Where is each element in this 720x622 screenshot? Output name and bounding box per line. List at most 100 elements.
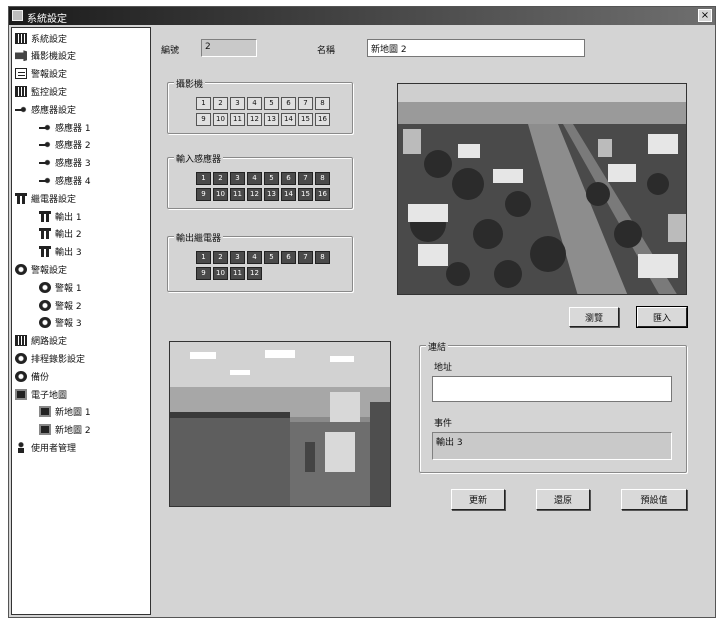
tree-item[interactable]: 感應器 4 — [39, 172, 91, 188]
sensor-toggle[interactable]: 3 — [230, 172, 245, 185]
tree-item[interactable]: 監控設定 — [15, 83, 67, 99]
alarm-icon — [15, 370, 27, 382]
relay-toggle[interactable]: 3 — [230, 251, 245, 264]
tree-item-label: 電子地圖 — [31, 390, 68, 401]
tree-item[interactable]: 警報 1 — [39, 279, 82, 295]
camera-toggle[interactable]: 10 — [213, 113, 228, 126]
relay-toggle[interactable]: 12 — [247, 267, 262, 280]
camera-toggle[interactable]: 13 — [264, 113, 279, 126]
map-icon — [15, 388, 27, 400]
sensor-icon — [15, 103, 27, 115]
sensor-toggle[interactable]: 14 — [281, 188, 296, 201]
map-image[interactable] — [397, 83, 687, 295]
relay-toggle[interactable]: 10 — [213, 267, 228, 280]
map-icon — [39, 424, 51, 436]
relay-toggle[interactable]: 11 — [230, 267, 245, 280]
tree-item[interactable]: 輸出 1 — [39, 208, 82, 224]
update-button[interactable]: 更新 — [451, 489, 505, 510]
sensor-toggle[interactable]: 15 — [298, 188, 313, 201]
camera-toggle[interactable]: 8 — [315, 97, 330, 110]
sensor-toggle[interactable]: 8 — [315, 172, 330, 185]
import-button[interactable]: 匯入 — [636, 306, 688, 328]
settings-tree[interactable]: 系統設定 攝影機設定 警報設定 監控設定 感應器設定 感應器 1 感應器 2 感應器 3 感應器… — [11, 27, 151, 615]
sensor-toggle[interactable]: 6 — [281, 172, 296, 185]
tree-item[interactable]: 輸出 2 — [39, 226, 82, 242]
relay-toggle[interactable]: 9 — [196, 267, 211, 280]
camera-toggle[interactable]: 12 — [247, 113, 262, 126]
tree-item-label: 感應器 1 — [55, 123, 91, 134]
tree-item[interactable]: 系統設定 — [15, 30, 67, 46]
camera-toggle[interactable]: 4 — [247, 97, 262, 110]
camera-toggle[interactable]: 14 — [281, 113, 296, 126]
tree-item[interactable]: 排程錄影設定 — [15, 350, 85, 366]
camera-toggle[interactable]: 1 — [196, 97, 211, 110]
alarm-icon — [15, 263, 27, 275]
sensor-toggle[interactable]: 11 — [230, 188, 245, 201]
preset-button[interactable]: 預設值 — [621, 489, 687, 510]
tree-item[interactable]: 新地圖 2 — [39, 422, 91, 438]
tree-item[interactable]: 使用者管理 — [15, 439, 76, 455]
camera-toggle[interactable]: 6 — [281, 97, 296, 110]
sensor-toggle[interactable]: 9 — [196, 188, 211, 201]
close-button[interactable]: × — [698, 9, 712, 22]
camera-toggle[interactable]: 7 — [298, 97, 313, 110]
relay-toggle[interactable]: 4 — [247, 251, 262, 264]
relay-toggle[interactable]: 2 — [213, 251, 228, 264]
tree-item[interactable]: 感應器 1 — [39, 119, 91, 135]
camera-toggle[interactable]: 11 — [230, 113, 245, 126]
tree-item[interactable]: 繼電器設定 — [15, 190, 76, 206]
grid-icon — [15, 335, 27, 347]
sensor-toggle[interactable]: 13 — [264, 188, 279, 201]
tree-item[interactable]: 感應器 2 — [39, 137, 91, 153]
relay-toggle[interactable]: 7 — [298, 251, 313, 264]
sensor-toggle[interactable]: 12 — [247, 188, 262, 201]
browse-button[interactable]: 瀏覽 — [569, 307, 619, 327]
camera-toggle[interactable]: 16 — [315, 113, 330, 126]
tree-item[interactable]: 警報 2 — [39, 297, 82, 313]
sensor-toggle[interactable]: 4 — [247, 172, 262, 185]
sensor-toggle[interactable]: 1 — [196, 172, 211, 185]
sensor-toggle[interactable]: 10 — [213, 188, 228, 201]
camera-toggle[interactable]: 5 — [264, 97, 279, 110]
sensor-toggle[interactable]: 2 — [213, 172, 228, 185]
tree-item[interactable]: 警報 3 — [39, 315, 82, 331]
tree-item[interactable]: 警報設定 — [15, 261, 67, 277]
address-input[interactable] — [432, 376, 672, 402]
sensor-toggle[interactable]: 16 — [315, 188, 330, 201]
tree-item[interactable]: 感應器設定 — [15, 101, 76, 117]
camera-toggle[interactable]: 15 — [298, 113, 313, 126]
tree-item[interactable]: 感應器 3 — [39, 155, 91, 171]
tree-item[interactable]: 輸出 3 — [39, 244, 82, 260]
relay-toggle[interactable]: 8 — [315, 251, 330, 264]
camera-toggle[interactable]: 3 — [230, 97, 245, 110]
tree-item[interactable]: 新地圖 1 — [39, 404, 91, 420]
tree-item[interactable]: 電子地圖 — [15, 386, 67, 402]
map-icon — [39, 406, 51, 418]
tree-item[interactable]: 備份 — [15, 368, 49, 384]
tree-item[interactable]: 攝影機設定 — [15, 48, 76, 64]
sensor-toggle[interactable]: 5 — [264, 172, 279, 185]
tree-item-label: 網路設定 — [31, 337, 68, 348]
relay-icon — [15, 192, 27, 204]
tree-item-label: 新地圖 1 — [55, 408, 91, 419]
camera-toggle[interactable]: 9 — [196, 113, 211, 126]
name-label: 名稱 — [317, 46, 336, 56]
sensor-toggle[interactable]: 7 — [298, 172, 313, 185]
relay-toggle[interactable]: 5 — [264, 251, 279, 264]
camera-toggle[interactable]: 2 — [213, 97, 228, 110]
tree-item[interactable]: 網路設定 — [15, 333, 67, 349]
grid-icon — [15, 85, 27, 97]
tree-item[interactable]: 警報設定 — [15, 66, 67, 82]
id-field: 2 — [201, 39, 257, 57]
relay-toggle[interactable]: 1 — [196, 251, 211, 264]
window-title: 系統設定 — [27, 14, 67, 25]
name-input[interactable]: 新地圖 2 — [367, 39, 585, 57]
restore-button[interactable]: 還原 — [536, 489, 590, 510]
tree-item-label: 新地圖 2 — [55, 426, 91, 437]
alarm-icon — [39, 317, 51, 329]
input-sensor-group: 輸入感應器 1 2 3 4 5 6 7 8 9 10 11 12 13 14 15 16 — [167, 152, 353, 209]
tree-item-label: 輸出 2 — [55, 230, 82, 241]
alarm-icon — [39, 299, 51, 311]
relay-toggle[interactable]: 6 — [281, 251, 296, 264]
sensor-icon — [39, 139, 51, 151]
